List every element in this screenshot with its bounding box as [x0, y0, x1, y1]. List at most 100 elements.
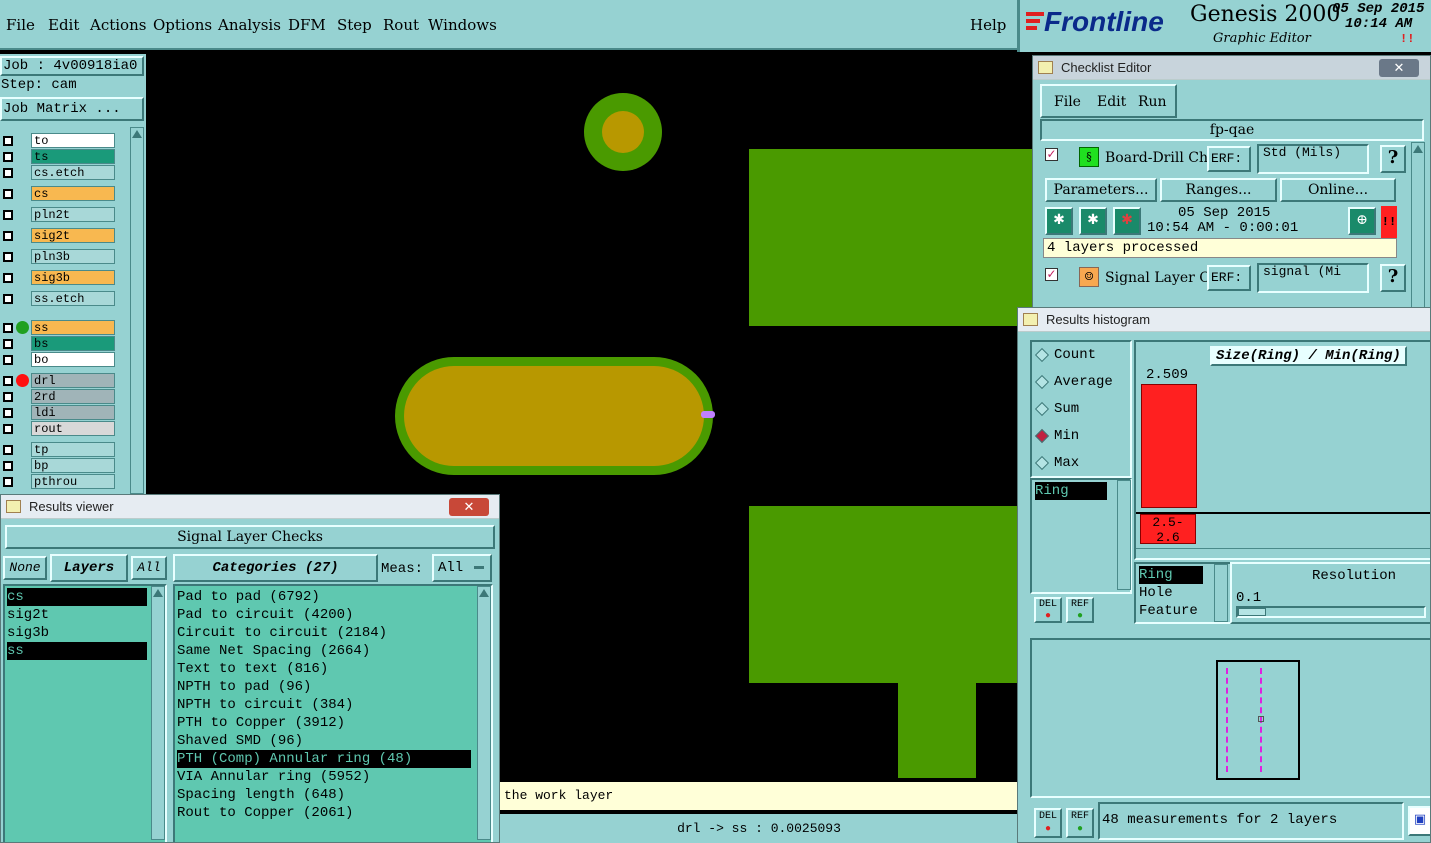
check1-checkbox[interactable]: ✓	[1045, 148, 1058, 161]
layer-row-bp[interactable]: bp	[0, 458, 116, 473]
layer-row-rout[interactable]: rout	[0, 421, 116, 436]
layer-row-drl[interactable]: drl	[0, 373, 116, 388]
all-button[interactable]: All	[131, 556, 167, 580]
result-layer-item[interactable]: cs	[7, 588, 147, 606]
close-icon[interactable]: ✕	[1379, 59, 1419, 77]
menu-options[interactable]: Options	[153, 16, 212, 34]
via-pad-drill[interactable]	[602, 111, 644, 153]
category-scrollbar[interactable]	[477, 586, 491, 840]
category-item[interactable]: VIA Annular ring (5952)	[177, 768, 471, 786]
menu-rout[interactable]: Rout	[383, 16, 419, 34]
layer-row-sig2t[interactable]: sig2t	[0, 228, 116, 243]
check1-ranges-button[interactable]: Ranges...	[1160, 178, 1277, 202]
histogram-bar[interactable]	[1141, 384, 1197, 508]
axis-list-scrollbar[interactable]	[1214, 564, 1228, 622]
layer-row-cs[interactable]: cs	[0, 186, 116, 201]
menu-help[interactable]: Help	[970, 16, 1006, 34]
category-item[interactable]: Circuit to circuit (2184)	[177, 624, 471, 642]
category-item[interactable]: Shaved SMD (96)	[177, 732, 471, 750]
zoom-results-icon[interactable]: ⊕	[1348, 207, 1376, 235]
menu-edit[interactable]: Edit	[48, 16, 79, 34]
menu-windows[interactable]: Windows	[428, 16, 497, 34]
layer-checkbox[interactable]	[3, 355, 13, 365]
category-item[interactable]: Text to text (816)	[177, 660, 471, 678]
layer-checkbox[interactable]	[3, 152, 13, 162]
copper-tab[interactable]	[898, 683, 976, 778]
category-item[interactable]: Rout to Copper (2061)	[177, 804, 471, 822]
job-matrix-button[interactable]: Job Matrix ...	[0, 97, 144, 121]
layer-row-2rd[interactable]: 2rd	[0, 389, 116, 404]
layer-row-pln3b[interactable]: pln3b	[0, 249, 116, 264]
field-list-scrollbar[interactable]	[1117, 480, 1131, 590]
layer-results-scrollbar[interactable]	[151, 586, 165, 840]
ref-button-bottom[interactable]: REF ●	[1066, 808, 1094, 838]
category-item[interactable]: NPTH to pad (96)	[177, 678, 471, 696]
category-item[interactable]: Pad to circuit (4200)	[177, 606, 471, 624]
category-item[interactable]: PTH (Comp) Annular ring (48)	[177, 750, 471, 768]
layer-checkbox[interactable]	[3, 273, 13, 283]
layer-row-pln2t[interactable]: pln2t	[0, 207, 116, 222]
layer-checkbox[interactable]	[3, 445, 13, 455]
layer-checkbox[interactable]	[3, 252, 13, 262]
layer-checkbox[interactable]	[3, 339, 13, 349]
mode-max[interactable]: Max	[1032, 450, 1130, 477]
del-button-bottom[interactable]: DEL ●	[1034, 808, 1062, 838]
layer-checkbox[interactable]	[3, 231, 13, 241]
run-icon[interactable]: ✱	[1045, 207, 1073, 235]
menu-file[interactable]: File	[6, 16, 35, 34]
category-item[interactable]: Spacing length (648)	[177, 786, 471, 804]
layer-row-ts[interactable]: ts	[0, 149, 116, 164]
menu-step[interactable]: Step	[337, 16, 372, 34]
layers-tab[interactable]: Layers	[50, 554, 128, 582]
layer-checkbox[interactable]	[3, 210, 13, 220]
layer-row-cs-etch[interactable]: cs.etch	[0, 165, 116, 180]
check1-online-button[interactable]: Online...	[1280, 178, 1396, 202]
oblong-pad-drill[interactable]	[404, 366, 704, 466]
menu-analysis[interactable]: Analysis	[218, 16, 281, 34]
ref-button[interactable]: REF ●	[1066, 597, 1094, 623]
layer-checkbox[interactable]	[3, 424, 13, 434]
mode-count[interactable]: Count	[1032, 342, 1130, 369]
layer-row-bs[interactable]: bs	[0, 336, 116, 351]
measure-marker[interactable]	[701, 411, 715, 418]
result-layer-item[interactable]: ss	[7, 642, 147, 660]
layer-checkbox[interactable]	[3, 136, 13, 146]
layer-row-ss[interactable]: ss	[0, 320, 116, 335]
close-icon[interactable]: ✕	[449, 498, 489, 516]
menu-dfm[interactable]: DFM	[288, 16, 326, 34]
check1-erf-value[interactable]: Std (Mils)	[1257, 144, 1369, 174]
checklist-scrollbar[interactable]	[1411, 142, 1425, 309]
resolution-slider[interactable]	[1236, 606, 1426, 618]
checklist-menu-edit[interactable]: Edit	[1097, 94, 1126, 110]
layer-checkbox[interactable]	[3, 408, 13, 418]
checklist-menu-run[interactable]: Run	[1138, 94, 1167, 110]
layer-row-ss-etch[interactable]: ss.etch	[0, 291, 116, 306]
layer-row-ldi[interactable]: ldi	[0, 405, 116, 420]
categories-tab[interactable]: Categories (27)	[173, 554, 378, 582]
none-button[interactable]: None	[3, 556, 47, 580]
check2-checkbox[interactable]: ✓	[1045, 268, 1058, 281]
check2-erf-button[interactable]: ERF:	[1207, 265, 1251, 291]
category-item[interactable]: PTH to Copper (3912)	[177, 714, 471, 732]
mode-min[interactable]: Min	[1032, 423, 1130, 450]
copper-region-top[interactable]	[749, 149, 1032, 326]
result-layer-item[interactable]: sig3b	[7, 624, 147, 642]
layer-checkbox[interactable]	[3, 189, 13, 199]
layer-checkbox[interactable]	[3, 323, 13, 333]
layer-row-to[interactable]: to	[0, 133, 116, 148]
mode-average[interactable]: Average	[1032, 369, 1130, 396]
meas-dropdown[interactable]: All	[432, 554, 492, 582]
check2-erf-value[interactable]: signal (Mi	[1257, 263, 1369, 293]
layer-checkbox[interactable]	[3, 461, 13, 471]
checklist-menu-file[interactable]: File	[1054, 94, 1081, 110]
layer-row-sig3b[interactable]: sig3b	[0, 270, 116, 285]
del-button[interactable]: DEL ●	[1034, 597, 1062, 623]
run-stop-icon[interactable]: ✱	[1113, 207, 1141, 235]
category-item[interactable]: NPTH to circuit (384)	[177, 696, 471, 714]
copper-region-bottom[interactable]	[749, 506, 1032, 683]
layer-checkbox[interactable]	[3, 168, 13, 178]
category-item[interactable]: Pad to pad (6792)	[177, 588, 471, 606]
layer-checkbox[interactable]	[3, 294, 13, 304]
layer-row-tp[interactable]: tp	[0, 442, 116, 457]
axis-item[interactable]: Ring	[1139, 566, 1203, 584]
